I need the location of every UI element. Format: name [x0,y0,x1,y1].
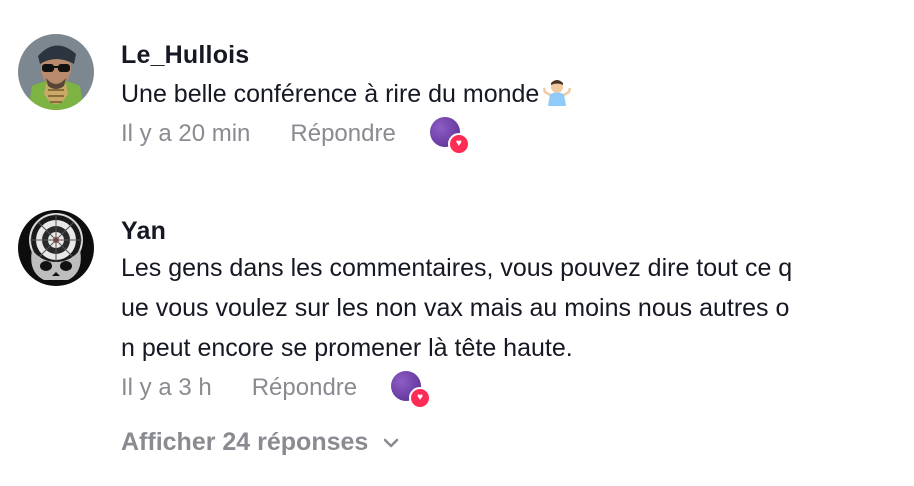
avatar[interactable] [18,210,94,286]
comment-item: Yan Les gens dans les commentaires, vous… [16,210,898,420]
comment-meta: Il y a 3 h Répondre ♥ [121,368,898,409]
username[interactable]: Le_Hullois [121,40,898,70]
creator-liked-badge: ♥ [429,117,470,155]
comment-text: Les gens dans les commentaires, vous pou… [121,254,793,362]
comment-text: Une belle conférence à rire du monde [121,74,898,114]
username[interactable]: Yan [121,216,898,246]
comment-item: Le_Hullois Une belle conférence à rire d… [16,34,898,164]
comment-text-content: Une belle conférence à rire du monde [121,80,540,108]
reply-button[interactable]: Répondre [290,120,395,148]
timestamp: Il y a 3 h [121,374,212,401]
chevron-down-icon [384,438,399,447]
view-replies-button[interactable]: Afficher 24 réponses [121,428,400,457]
reply-button[interactable]: Répondre [252,374,357,402]
creator-liked-badge: ♥ [391,371,432,409]
view-replies-label: Afficher 24 réponses [121,428,369,456]
shrugging-person-emoji [543,78,572,106]
avatar[interactable] [18,34,94,110]
comment-meta: Il y a 20 min Répondre ♥ [121,114,898,155]
timestamp: Il y a 20 min [121,120,251,147]
heart-icon: ♥ [447,133,470,155]
heart-icon: ♥ [409,387,432,409]
